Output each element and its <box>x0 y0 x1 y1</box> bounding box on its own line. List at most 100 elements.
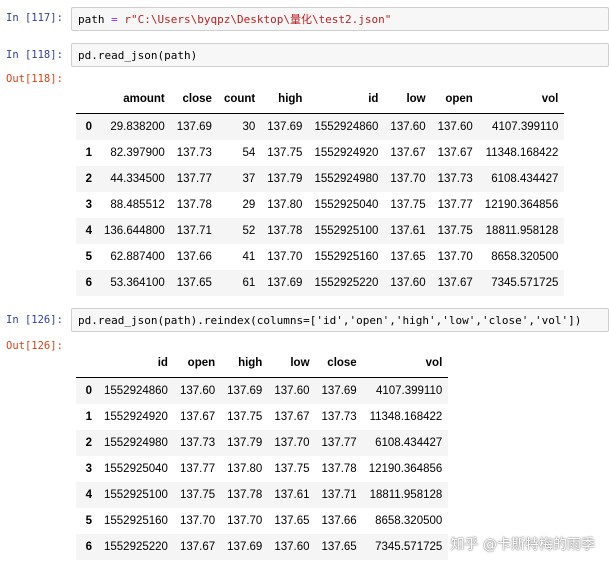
table-cell: 1552924980 <box>104 437 168 449</box>
table-cell: 6108.434427 <box>375 437 443 449</box>
table-cell: 1552924980 <box>314 173 379 185</box>
table-cell: 137.60 <box>390 277 426 289</box>
column-header: close <box>315 349 363 378</box>
table-cell: 137.69 <box>227 541 263 553</box>
code-text: pd.read_json(path).reindex(columns=['id'… <box>78 314 582 327</box>
table-cell: 137.78 <box>176 199 212 211</box>
input-prompt: In [118]: <box>6 49 63 61</box>
code-text: path <box>78 13 112 26</box>
column-header: vol <box>478 85 565 114</box>
table-cell: 137.79 <box>267 173 303 185</box>
table-cell: 137.69 <box>227 385 263 397</box>
table-cell: 137.61 <box>390 225 426 237</box>
table-cell: 137.65 <box>274 515 310 527</box>
table-cell: 1552925040 <box>314 199 379 211</box>
input-prompt: In [126]: <box>6 314 63 326</box>
table-cell: 137.69 <box>176 121 212 133</box>
table-row: 1 1552924920 137.67 137.75 137.67 137.73 11348… <box>76 404 448 430</box>
table-cell: 137.60 <box>274 541 310 553</box>
table-cell: 137.70 <box>179 515 216 527</box>
table-cell: 88.485512 <box>110 199 165 211</box>
table-cell: 137.73 <box>437 173 473 185</box>
table-cell: 8658.320500 <box>375 515 443 527</box>
row-index: 1 <box>85 411 92 423</box>
table-cell: 1552925160 <box>314 251 379 263</box>
column-header: open <box>431 85 479 114</box>
table-cell: 1552925100 <box>104 489 168 501</box>
table-cell: 12190.364856 <box>484 199 559 211</box>
table-cell: 137.77 <box>437 199 473 211</box>
table-cell: 6108.434427 <box>491 173 559 185</box>
table-cell: 137.75 <box>267 147 303 159</box>
code-string: r"C:\Users\byqpz\Desktop\量化\test2.json" <box>124 13 392 26</box>
table-cell: 137.67 <box>179 541 216 553</box>
column-header: open <box>173 349 222 378</box>
table-cell: 1552924860 <box>314 121 379 133</box>
table-cell: 18811.958128 <box>369 489 443 501</box>
table-row: 0 29.838200 137.69 30 137.69 1552924860 137.60… <box>76 113 565 140</box>
table-cell: 137.77 <box>179 463 216 475</box>
table-cell: 137.75 <box>437 225 473 237</box>
table-row: 5 62.887400 137.66 41 137.70 1552925160 137.65… <box>76 244 564 270</box>
row-index: 4 <box>85 225 92 237</box>
table-row: 4 136.644800 137.71 52 137.78 1552925100 137.6… <box>76 218 565 244</box>
table-row: 2 1552924980 137.73 137.79 137.70 137.77 6108.… <box>76 430 449 456</box>
table-row: 0 1552924860 137.60 137.69 137.60 137.69 4107.… <box>76 377 449 404</box>
table-cell: 137.71 <box>321 489 357 501</box>
code-cell[interactable]: path = r"C:\Users\byqpz\Desktop\量化\test2… <box>71 7 609 31</box>
table-cell: 137.67 <box>437 147 473 159</box>
table-cell: 18811.958128 <box>485 225 559 237</box>
table-cell: 30 <box>242 121 256 133</box>
table-cell: 137.80 <box>267 199 303 211</box>
table-cell: 136.644800 <box>104 225 165 237</box>
table-cell: 137.65 <box>321 541 357 553</box>
table-cell: 11348.168422 <box>369 411 443 423</box>
column-header: count <box>217 85 262 114</box>
column-header: amount <box>98 85 171 114</box>
table-cell: 7345.571725 <box>491 277 559 289</box>
table-cell: 1552924920 <box>314 147 379 159</box>
table-cell: 137.65 <box>390 251 426 263</box>
code-text: pd.read_json(path) <box>78 49 198 62</box>
table-cell: 1552925040 <box>104 463 168 475</box>
table-cell: 37 <box>242 173 256 185</box>
table-cell: 137.70 <box>437 251 473 263</box>
dataframe-table: amount close count high id low open vol 0 29.838… <box>76 85 565 296</box>
column-header: id <box>98 349 174 378</box>
row-index: 0 <box>85 121 92 133</box>
table-header-row: amount close count high id low open vol <box>76 85 565 114</box>
table-cell: 137.67 <box>390 147 426 159</box>
watermark: 知乎 @卡斯特梅的雨季 <box>450 537 595 553</box>
column-header <box>76 349 98 378</box>
table-cell: 137.70 <box>227 515 263 527</box>
code-cell[interactable]: pd.read_json(path) <box>71 43 609 67</box>
table-cell: 1552925100 <box>314 225 379 237</box>
input-prompt: In [117]: <box>6 12 63 24</box>
table-cell: 1552925160 <box>104 515 168 527</box>
table-header-row: id open high low close vol <box>76 349 449 378</box>
table-cell: 137.73 <box>176 147 212 159</box>
table-cell: 137.78 <box>227 489 263 501</box>
table-cell: 137.80 <box>227 463 263 475</box>
column-header <box>76 85 98 114</box>
table-cell: 137.75 <box>390 199 426 211</box>
table-row: 5 1552925160 137.70 137.70 137.65 137.66 8658.… <box>76 508 448 534</box>
table-cell: 137.78 <box>267 225 303 237</box>
table-cell: 137.69 <box>267 277 303 289</box>
row-index: 5 <box>85 251 92 263</box>
code-cell[interactable]: pd.read_json(path).reindex(columns=['id'… <box>71 308 609 332</box>
table-cell: 137.67 <box>437 277 473 289</box>
table-cell: 8658.320500 <box>491 251 559 263</box>
row-index: 2 <box>85 173 92 185</box>
table-cell: 53.364100 <box>110 277 165 289</box>
table-cell: 137.60 <box>274 385 310 397</box>
table-row: 6 1552925220 137.67 137.69 137.60 137.65 7345.… <box>76 534 449 560</box>
table-cell: 137.61 <box>274 489 310 501</box>
row-index: 3 <box>85 463 92 475</box>
column-header: low <box>384 85 432 114</box>
row-index: 1 <box>85 147 92 159</box>
table-cell: 137.73 <box>179 437 216 449</box>
table-cell: 7345.571725 <box>375 541 443 553</box>
row-index: 4 <box>85 489 92 501</box>
row-index: 0 <box>85 385 92 397</box>
